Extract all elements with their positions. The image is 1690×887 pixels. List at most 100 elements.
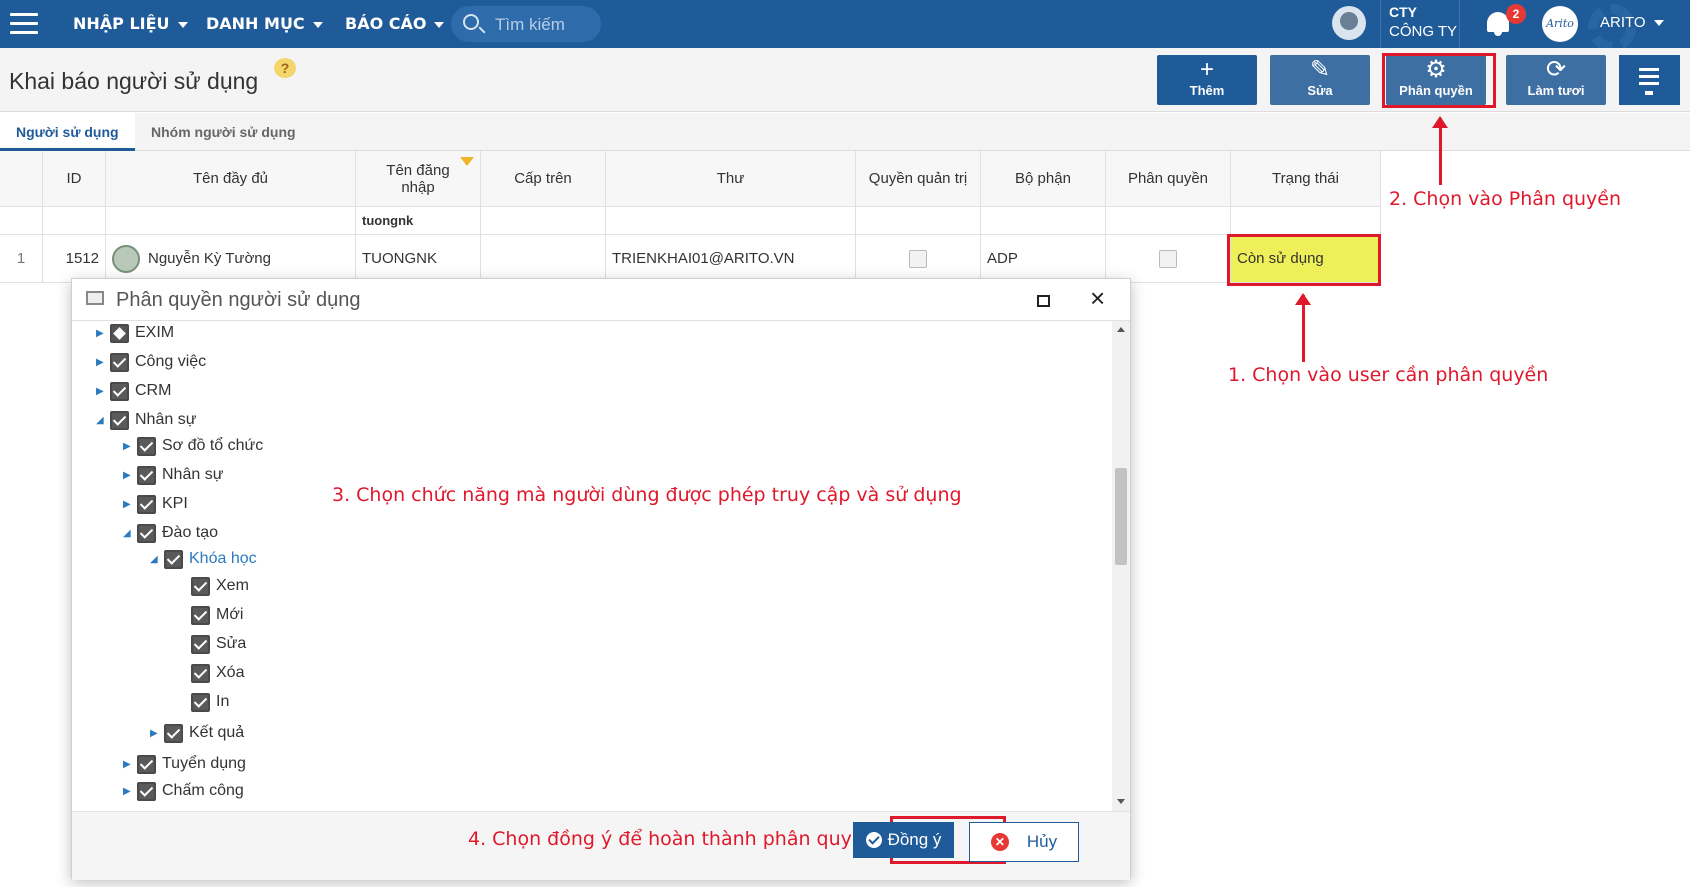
collapsed-arrow-icon[interactable]: ▶ [123, 786, 137, 797]
tree-node[interactable]: ▶ CRM [96, 379, 171, 403]
tree-checkbox[interactable] [164, 723, 183, 743]
tree-node[interactable]: ▶ Tuyển dụng [123, 752, 246, 776]
tree-checkbox[interactable] [191, 692, 210, 712]
tree-node[interactable]: ▶ Kết quả [150, 721, 244, 745]
tree-checkbox[interactable] [110, 323, 129, 343]
tree-checkbox[interactable] [137, 494, 156, 514]
collapsed-arrow-icon[interactable]: ▶ [96, 386, 110, 397]
menu-nhap-lieu[interactable]: NHẬP LIỆU [73, 14, 188, 33]
tree-checkbox[interactable] [137, 781, 156, 801]
support-icon[interactable] [1332, 6, 1366, 40]
tree-node[interactable]: Xóa [177, 661, 244, 685]
menu-label: DANH MỤC [206, 14, 305, 33]
close-icon[interactable]: × [1090, 283, 1105, 314]
collapsed-arrow-icon[interactable]: ▶ [96, 357, 110, 368]
menu-label: NHẬP LIỆU [73, 14, 170, 33]
filter-icon[interactable] [460, 157, 474, 166]
tree-checkbox[interactable] [110, 410, 129, 430]
permission-checkbox[interactable] [1159, 249, 1177, 268]
col-manager[interactable]: Cấp trên [481, 151, 606, 206]
filter-cell[interactable] [481, 207, 606, 234]
col-status[interactable]: Trạng thái [1231, 151, 1381, 206]
tree-checkbox[interactable] [110, 352, 129, 372]
tree-node[interactable]: ◢ Nhân sự [96, 408, 196, 432]
expanded-arrow-icon[interactable]: ◢ [150, 554, 164, 565]
tree-node[interactable]: ▶ EXIM [96, 321, 174, 345]
list-menu-icon[interactable] [1619, 55, 1680, 105]
tree-checkbox[interactable] [191, 605, 210, 625]
tree-node-label: Sơ đồ tổ chức [162, 437, 264, 454]
collapsed-arrow-icon[interactable]: ▶ [123, 759, 137, 770]
tree-node[interactable]: ▶ Công việc [96, 350, 206, 374]
scroll-up-icon[interactable] [1117, 327, 1125, 332]
tree-node[interactable]: ◢ Đào tạo [123, 521, 218, 545]
col-permission[interactable]: Phân quyền [1106, 151, 1231, 206]
collapsed-arrow-icon[interactable]: ▶ [96, 328, 110, 339]
ok-button[interactable]: Đồng ý [853, 822, 954, 858]
tree-checkbox[interactable] [164, 549, 183, 569]
help-icon[interactable]: ? [274, 58, 296, 78]
maximize-icon[interactable] [1037, 295, 1050, 307]
tree-checkbox[interactable] [191, 663, 210, 683]
tree-node[interactable]: ▶ Sơ đồ tổ chức [123, 434, 263, 458]
avatar[interactable]: Arito [1542, 6, 1578, 42]
col-full-name[interactable]: Tên đầy đủ [106, 151, 356, 206]
tree-node[interactable]: ◢ Khóa học [150, 547, 257, 571]
tree-node[interactable]: Sửa [177, 632, 246, 656]
admin-checkbox[interactable] [909, 249, 927, 268]
edit-button[interactable]: ✎ Sửa [1270, 55, 1370, 105]
col-login[interactable]: Tên đăng nhập [356, 151, 481, 206]
filter-cell[interactable] [981, 207, 1106, 234]
filter-cell[interactable] [606, 207, 856, 234]
collapsed-arrow-icon[interactable]: ▶ [123, 499, 137, 510]
col-email[interactable]: Thư [606, 151, 856, 206]
tree-node[interactable]: Xem [177, 574, 249, 598]
company-selector[interactable]: CTY CÔNG TY [1380, 0, 1460, 48]
menu-danh-muc[interactable]: DANH MỤC [206, 14, 323, 33]
table-row[interactable]: 1 1512 Nguyễn Kỳ Tường TUONGNK TRIENKHAI… [0, 235, 1381, 283]
filter-login-input[interactable]: tuongnk [356, 207, 481, 234]
scrollbar[interactable] [1112, 321, 1130, 811]
scroll-down-icon[interactable] [1117, 799, 1125, 804]
refresh-button[interactable]: ⟳ Làm tươi [1506, 55, 1606, 105]
scroll-thumb[interactable] [1115, 468, 1127, 565]
search-input[interactable]: Tìm kiếm [451, 6, 601, 42]
hamburger-menu-icon[interactable] [10, 13, 38, 34]
button-label: Thêm [1189, 83, 1225, 98]
tree-checkbox[interactable] [137, 754, 156, 774]
tree-checkbox[interactable] [137, 436, 156, 456]
tab-users[interactable]: Người sử dụng [0, 113, 135, 151]
tree-node[interactable]: Mới [177, 603, 243, 627]
col-admin[interactable]: Quyền quản trị [856, 151, 981, 206]
cancel-button[interactable]: ✕ Hủy [969, 822, 1079, 862]
tree-checkbox[interactable] [110, 381, 129, 401]
collapsed-arrow-icon[interactable]: ▶ [123, 470, 137, 481]
col-id[interactable]: ID [43, 151, 106, 206]
expanded-arrow-icon[interactable]: ◢ [96, 415, 110, 426]
tree-node[interactable]: In [177, 690, 229, 714]
filter-cell[interactable] [1106, 207, 1231, 234]
tree-checkbox[interactable] [137, 523, 156, 543]
tree-node[interactable]: ▶ Chấm công [123, 779, 244, 803]
add-button[interactable]: + Thêm [1157, 55, 1257, 105]
expanded-arrow-icon[interactable]: ◢ [123, 528, 137, 539]
menu-bao-cao[interactable]: BÁO CÁO [345, 14, 445, 33]
tree-node[interactable]: ▶ Nhân sự [123, 463, 223, 487]
filter-cell[interactable] [1231, 207, 1381, 234]
menu-label: BÁO CÁO [345, 14, 427, 33]
col-department[interactable]: Bộ phận [981, 151, 1106, 206]
row-admin [856, 235, 981, 282]
user-menu[interactable]: ARITO [1600, 14, 1664, 31]
tree-checkbox[interactable] [191, 576, 210, 596]
tree-checkbox[interactable] [191, 634, 210, 654]
tab-user-groups[interactable]: Nhóm người sử dụng [135, 113, 312, 151]
filter-cell[interactable] [43, 207, 106, 234]
tree-node[interactable]: ▶ KPI [123, 492, 188, 516]
caret-down-icon [312, 21, 323, 28]
row-id: 1512 [43, 235, 106, 282]
collapsed-arrow-icon[interactable]: ▶ [150, 728, 164, 739]
filter-cell[interactable] [106, 207, 356, 234]
tree-checkbox[interactable] [137, 465, 156, 485]
collapsed-arrow-icon[interactable]: ▶ [123, 441, 137, 452]
filter-cell[interactable] [856, 207, 981, 234]
